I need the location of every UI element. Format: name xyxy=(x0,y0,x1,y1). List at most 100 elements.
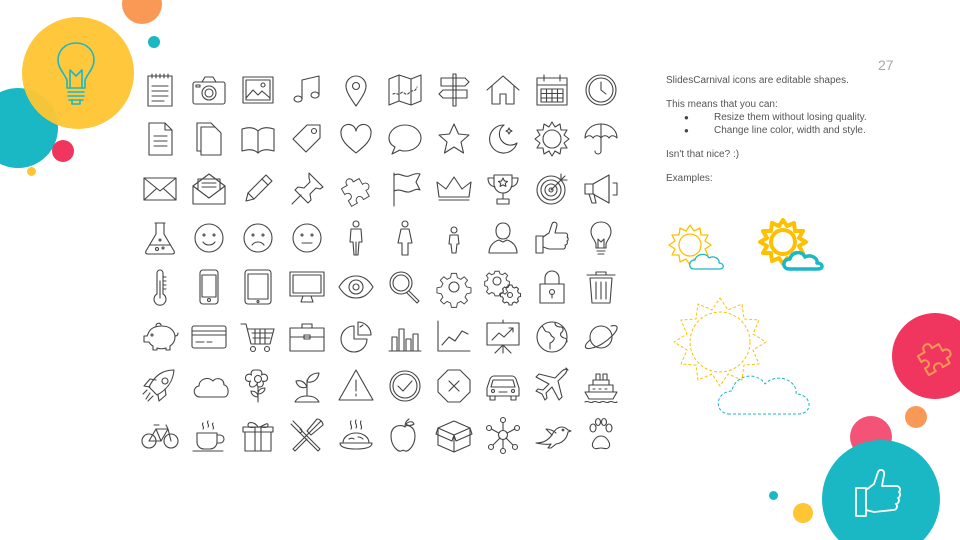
child-icon xyxy=(434,218,474,258)
calendar-icon xyxy=(532,70,572,110)
decor-circle-yellow-tiny xyxy=(27,167,36,176)
question-text: Isn't that nice? :) xyxy=(666,149,740,160)
trash-icon xyxy=(581,267,621,307)
music-note-icon xyxy=(287,70,327,110)
signpost-icon xyxy=(434,70,474,110)
sad-face-icon xyxy=(238,218,278,258)
home-icon xyxy=(483,70,523,110)
piggy-bank-icon xyxy=(140,317,180,357)
envelope-icon xyxy=(140,169,180,209)
coffee-cup-icon xyxy=(189,415,229,455)
map-icon xyxy=(385,70,425,110)
thumbs-up-icon xyxy=(855,468,901,517)
bar-chart-icon xyxy=(385,317,425,357)
map-pin-icon xyxy=(336,70,376,110)
monitor-icon xyxy=(287,267,327,307)
bullet-item: Resize them without losing quality. xyxy=(666,111,936,124)
warning-icon xyxy=(336,366,376,406)
eye-icon xyxy=(336,267,376,307)
planet-icon xyxy=(581,317,621,357)
fork-knife-icon xyxy=(287,415,327,455)
line-chart-icon xyxy=(434,317,474,357)
flag-icon xyxy=(385,169,425,209)
sprout-icon xyxy=(287,366,327,406)
pushpin-icon xyxy=(287,169,327,209)
cancel-icon xyxy=(434,366,474,406)
sun-icon xyxy=(532,119,572,159)
crown-icon xyxy=(434,169,474,209)
thumbs-up-icon xyxy=(532,218,572,258)
open-envelope-icon xyxy=(189,169,229,209)
shopping-cart-icon xyxy=(238,317,278,357)
bicycle-icon xyxy=(140,415,180,455)
slide: 27 SlidesCarnival icons are editable sha… xyxy=(0,0,960,540)
decor-circle-orange-top xyxy=(122,0,162,24)
presentation-icon xyxy=(483,317,523,357)
description-text: SlidesCarnival icons are editable shapes… xyxy=(666,74,936,185)
credit-card-icon xyxy=(189,317,229,357)
rocket-icon xyxy=(140,366,180,406)
padlock-icon xyxy=(532,267,572,307)
cloud-icon xyxy=(189,366,229,406)
means-text: This means that you can: xyxy=(666,99,778,110)
apple-icon xyxy=(385,415,425,455)
thermometer-icon xyxy=(140,267,180,307)
umbrella-icon xyxy=(581,119,621,159)
example-sun-cloud-thin xyxy=(668,224,724,270)
tag-icon xyxy=(287,119,327,159)
smartphone-icon xyxy=(189,267,229,307)
bird-icon xyxy=(532,415,572,455)
magnifier-icon xyxy=(385,267,425,307)
tablet-icon xyxy=(238,267,278,307)
open-book-icon xyxy=(238,119,278,159)
clock-icon xyxy=(581,70,621,110)
gear-icon xyxy=(434,267,474,309)
puzzle-icon xyxy=(336,169,376,209)
notepad-icon xyxy=(140,70,180,110)
camera-icon xyxy=(189,70,229,110)
decor-circle-teal-tiny xyxy=(769,491,778,500)
check-icon xyxy=(385,366,425,406)
lightbulb-icon xyxy=(581,218,621,258)
car-icon xyxy=(483,366,523,406)
heart-icon xyxy=(336,119,376,159)
woman-icon xyxy=(385,218,425,258)
example-sun-cloud-dashed xyxy=(673,297,810,415)
gears-icon xyxy=(483,267,523,307)
bullet-item: Change line color, width and style. xyxy=(666,124,936,137)
star-icon xyxy=(434,119,474,159)
smile-icon xyxy=(189,218,229,258)
puzzle-icon xyxy=(916,343,952,377)
box-icon xyxy=(434,415,474,455)
target-icon xyxy=(532,169,572,209)
food-dish-icon xyxy=(336,415,376,455)
decor-circle-orange-right xyxy=(905,406,927,428)
bullet-list: Resize them without losing quality. Chan… xyxy=(666,111,936,137)
paw-icon xyxy=(581,415,621,455)
lightbulb-icon xyxy=(57,42,95,105)
neutral-face-icon xyxy=(287,218,327,258)
gift-icon xyxy=(238,415,278,455)
briefcase-icon xyxy=(287,317,327,357)
intro-text: SlidesCarnival icons are editable shapes… xyxy=(666,75,849,86)
document-icon xyxy=(140,119,180,159)
globe-icon xyxy=(532,317,572,357)
examples-label: Examples: xyxy=(666,173,713,184)
network-icon xyxy=(483,415,523,455)
flask-icon xyxy=(140,218,180,258)
moon-icon xyxy=(483,119,523,159)
decor-circle-teal-small xyxy=(148,36,160,48)
page-number: 27 xyxy=(878,57,894,73)
example-sun-cloud-bold xyxy=(758,218,824,271)
picture-icon xyxy=(238,70,278,110)
speech-bubble-icon xyxy=(385,119,425,159)
files-icon xyxy=(189,119,229,159)
ship-icon xyxy=(581,366,621,406)
man-icon xyxy=(336,218,376,258)
trophy-icon xyxy=(483,169,523,209)
pie-chart-icon xyxy=(336,317,376,357)
pencil-icon xyxy=(238,169,278,209)
flower-icon xyxy=(238,366,278,406)
airplane-icon xyxy=(532,366,572,406)
decor-circle-yellow-bottom xyxy=(793,503,813,523)
